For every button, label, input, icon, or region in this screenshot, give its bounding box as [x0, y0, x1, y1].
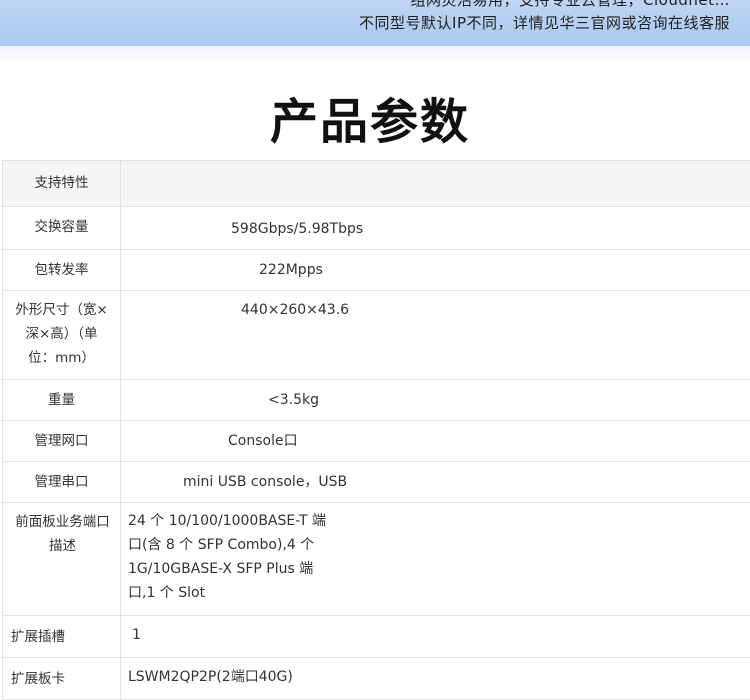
- spec-label: 支持特性: [3, 161, 121, 207]
- spec-value: [121, 161, 750, 207]
- spec-value: 598Gbps/5.98Tbps: [121, 207, 750, 250]
- spec-value: 24 个 10/100/1000BASE-T 端口(含 8 个 SFP Comb…: [121, 503, 750, 616]
- spec-label: 外形尺寸（宽×深×高）（单位：mm）: [3, 291, 121, 380]
- section-title: 产品参数: [0, 90, 740, 154]
- spec-value-text: 598Gbps/5.98Tbps: [121, 207, 750, 249]
- spec-row-serial-port: 管理串口 mini USB console，USB: [3, 462, 750, 503]
- spec-label-text: 包转发率: [3, 250, 120, 290]
- spec-label-text: 管理网口: [3, 421, 120, 461]
- banner-line-2: 不同型号默认IP不同，详情见华三官网或咨询在线客服: [359, 12, 730, 33]
- spec-label: 交换容量: [3, 207, 121, 250]
- spec-value: 222Mpps: [121, 250, 750, 291]
- spec-value-text: 440×260×43.6: [121, 291, 750, 330]
- spec-label: 前面板业务端口描述: [3, 503, 121, 616]
- spec-value: <3.5kg: [121, 380, 750, 421]
- spec-label-text: 管理串口: [3, 462, 120, 502]
- spec-row-forwarding-rate: 包转发率 222Mpps: [3, 250, 750, 291]
- spec-value-text: 24 个 10/100/1000BASE-T 端口(含 8 个 SFP Comb…: [121, 503, 328, 613]
- spec-value: mini USB console，USB: [121, 462, 750, 503]
- spec-value-text: [121, 161, 750, 178]
- spec-row-mgmt-port: 管理网口 Console口: [3, 421, 750, 462]
- spec-row-features: 支持特性: [3, 161, 750, 207]
- spec-row-dimensions: 外形尺寸（宽×深×高）（单位：mm） 440×260×43.6: [3, 291, 750, 380]
- spec-label: 扩展插槽: [3, 616, 121, 658]
- spec-value: LSWM2QP2P(2端口40G): [121, 658, 750, 700]
- spec-label: 重量: [3, 380, 121, 421]
- spec-value-text: 222Mpps: [121, 250, 750, 290]
- spec-row-weight: 重量 <3.5kg: [3, 380, 750, 421]
- spec-label-text: 重量: [3, 380, 120, 420]
- spec-label: 管理串口: [3, 462, 121, 503]
- spec-table: 支持特性 交换容量 598Gbps/5.98Tbps 包转发率 222Mpps …: [2, 160, 750, 700]
- spec-value: 440×260×43.6: [121, 291, 750, 380]
- spec-row-expansion-slot: 扩展插槽 1: [3, 616, 750, 658]
- spec-label-text: 前面板业务端口描述: [3, 503, 120, 566]
- spec-label-text: 扩展插槽: [11, 616, 120, 657]
- spec-label-text: 支持特性: [3, 161, 120, 203]
- spec-value: 1: [121, 616, 750, 658]
- spec-value-text: <3.5kg: [121, 380, 750, 420]
- spec-value-text: mini USB console，USB: [121, 462, 750, 502]
- spec-label: 扩展板卡: [3, 658, 121, 700]
- spec-row-front-ports: 前面板业务端口描述 24 个 10/100/1000BASE-T 端口(含 8 …: [3, 503, 750, 616]
- spec-label-text: 外形尺寸（宽×深×高）（单位：mm）: [3, 291, 120, 378]
- spec-value-text: 1: [121, 616, 750, 655]
- spec-row-expansion-card: 扩展板卡 LSWM2QP2P(2端口40G): [3, 658, 750, 700]
- spec-label-text: 交换容量: [3, 207, 120, 247]
- promo-banner: 组网灵活易用，支持专业云管理，Cloudnet… 不同型号默认IP不同，详情见华…: [0, 0, 750, 46]
- banner-line-1: 组网灵活易用，支持专业云管理，Cloudnet…: [411, 0, 730, 10]
- banner-gap: [0, 46, 750, 64]
- spec-value: Console口: [121, 421, 750, 462]
- spec-label: 包转发率: [3, 250, 121, 291]
- spec-label-text: 扩展板卡: [11, 658, 120, 699]
- spec-label: 管理网口: [3, 421, 121, 462]
- spec-row-switching-capacity: 交换容量 598Gbps/5.98Tbps: [3, 207, 750, 250]
- spec-value-text: Console口: [121, 421, 750, 461]
